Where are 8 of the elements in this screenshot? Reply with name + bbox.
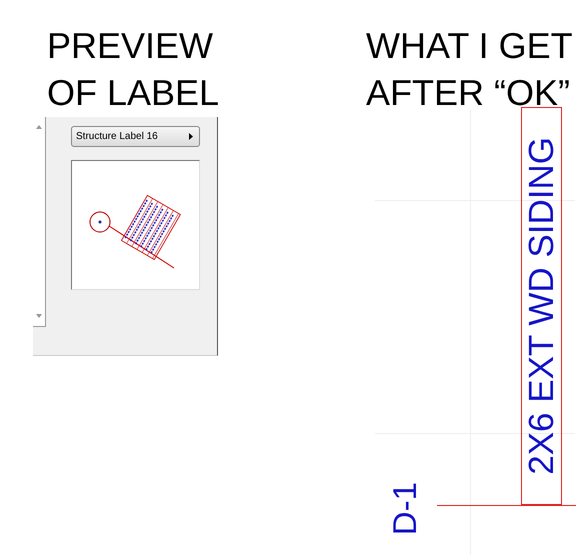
result-heading: WHAT I GET AFTER “OK”: [366, 24, 574, 115]
tag-text: D-1: [388, 482, 421, 536]
style-dropdown[interactable]: Structure Label 16: [71, 126, 200, 147]
scroll-up-icon[interactable]: [36, 125, 42, 129]
preview-heading: PREVIEW OF LABEL: [47, 24, 220, 115]
label-text: 2X6 EXT WD SIDING: [524, 137, 559, 475]
caret-icon: [189, 133, 193, 140]
scroll-down-icon[interactable]: [36, 314, 42, 318]
